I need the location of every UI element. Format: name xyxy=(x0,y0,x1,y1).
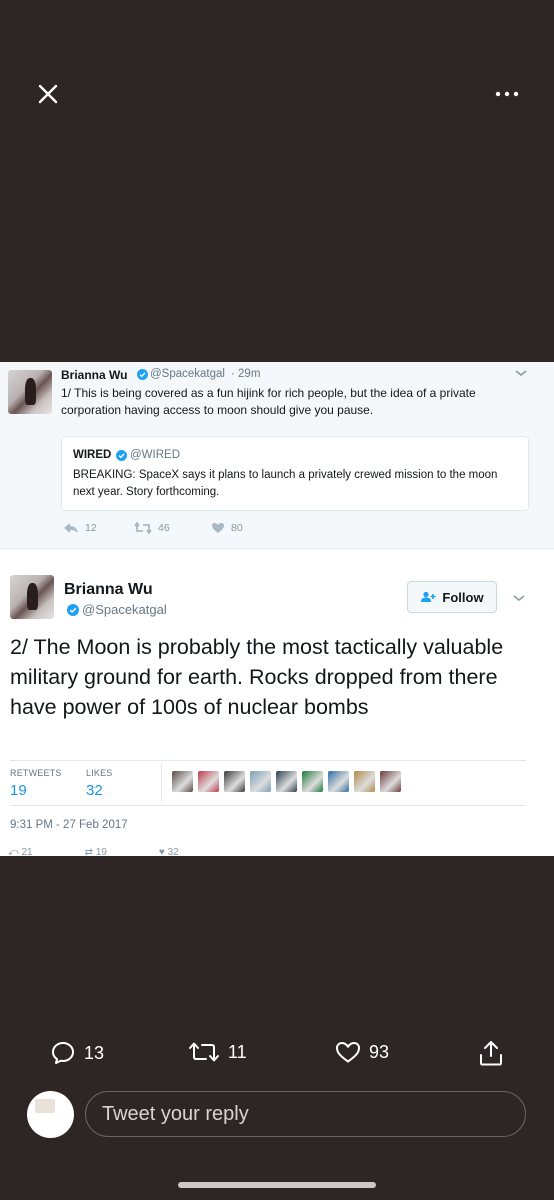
main-tweet-reply-count: ⤺ 21 xyxy=(8,847,33,856)
liker-avatar xyxy=(172,771,193,792)
chevron-down-icon xyxy=(513,595,525,601)
reply-icon xyxy=(64,523,78,533)
liker-avatar xyxy=(302,771,323,792)
previous-tweet-handle: @Spacekatgal xyxy=(150,368,225,380)
close-icon[interactable] xyxy=(36,82,60,106)
previous-tweet-like-count: 80 xyxy=(231,522,243,534)
reply-bubble-icon xyxy=(52,1042,74,1064)
verified-badge-icon xyxy=(137,369,148,380)
liker-avatar xyxy=(328,771,349,792)
home-indicator[interactable] xyxy=(178,1182,376,1188)
liker-avatar xyxy=(276,771,297,792)
reply-input[interactable]: Tweet your reply xyxy=(85,1091,526,1137)
reply-input-placeholder: Tweet your reply xyxy=(102,1102,249,1125)
liker-avatar xyxy=(354,771,375,792)
chevron-down-icon xyxy=(515,370,527,376)
share-button[interactable] xyxy=(479,1040,503,1066)
main-tweet-handle: @Spacekatgal xyxy=(82,602,167,617)
previous-tweet-text: 1/ This is being covered as a fun hijink… xyxy=(61,386,476,417)
follow-button-label: Follow xyxy=(442,589,484,605)
share-icon xyxy=(480,1041,502,1066)
previous-tweet: Brianna Wu @Spacekatgal · 29m 1/ This is… xyxy=(0,362,554,549)
retweet-icon xyxy=(189,1042,219,1062)
quoted-tweet-author-name: WIRED xyxy=(73,449,112,461)
retweet-icon xyxy=(134,522,152,534)
verified-badge-icon xyxy=(116,450,127,461)
reply-count: 13 xyxy=(84,1042,105,1063)
like-count: 93 xyxy=(369,1041,390,1062)
heart-icon xyxy=(212,523,224,533)
avatar xyxy=(8,370,52,414)
previous-tweet-retweet-count: 46 xyxy=(158,522,170,534)
retweet-button[interactable]: 11 xyxy=(188,1040,247,1064)
verified-badge-icon xyxy=(67,604,79,616)
avatar xyxy=(10,575,54,619)
likes-count: 32 xyxy=(86,782,103,799)
liker-avatar xyxy=(224,771,245,792)
reply-button[interactable]: 13 xyxy=(50,1040,104,1066)
retweets-count: 19 xyxy=(10,782,27,799)
divider xyxy=(10,760,526,761)
heart-icon xyxy=(336,1042,360,1063)
quoted-tweet: WIRED @WIRED BREAKING: SpaceX says it pl… xyxy=(61,436,529,511)
more-horizontal-icon[interactable] xyxy=(494,84,520,104)
user-avatar xyxy=(27,1091,74,1138)
main-tweet-retweet-count: ⇄ 19 xyxy=(84,847,107,856)
liker-avatar xyxy=(250,771,271,792)
like-button[interactable]: 93 xyxy=(335,1040,389,1064)
tweet-timestamp: 9:31 PM - 27 Feb 2017 xyxy=(10,819,128,831)
tweet-screenshot-image: Brianna Wu @Spacekatgal · 29m 1/ This is… xyxy=(0,362,554,856)
previous-tweet-retweet-action: 46 xyxy=(134,522,170,534)
previous-tweet-reply-action: 12 xyxy=(63,522,97,534)
retweet-count: 11 xyxy=(228,1041,247,1062)
main-tweet-like-count: ♥ 32 xyxy=(158,847,179,856)
previous-tweet-like-action: 80 xyxy=(211,522,243,534)
main-tweet-text: 2/ The Moon is probably the most tactica… xyxy=(10,635,504,719)
follow-button: Follow xyxy=(407,581,497,613)
add-user-icon xyxy=(421,591,436,602)
previous-tweet-time: · 29m xyxy=(231,368,261,380)
liker-avatars xyxy=(172,771,401,792)
likes-label: LIKES xyxy=(86,768,113,778)
quoted-tweet-text: BREAKING: SpaceX says it plans to launch… xyxy=(73,469,498,498)
main-tweet-actions-cropped: ⤺ 21 ⇄ 19 ♥ 32 xyxy=(8,847,179,856)
quoted-tweet-handle: @WIRED xyxy=(130,449,181,461)
divider xyxy=(10,805,526,806)
previous-tweet-reply-count: 12 xyxy=(85,522,97,534)
previous-tweet-author-name: Brianna Wu xyxy=(61,368,128,382)
retweets-label: RETWEETS xyxy=(10,768,62,778)
liker-avatar xyxy=(198,771,219,792)
main-tweet-author-name: Brianna Wu xyxy=(64,581,153,598)
liker-avatar xyxy=(380,771,401,792)
divider xyxy=(161,764,162,802)
